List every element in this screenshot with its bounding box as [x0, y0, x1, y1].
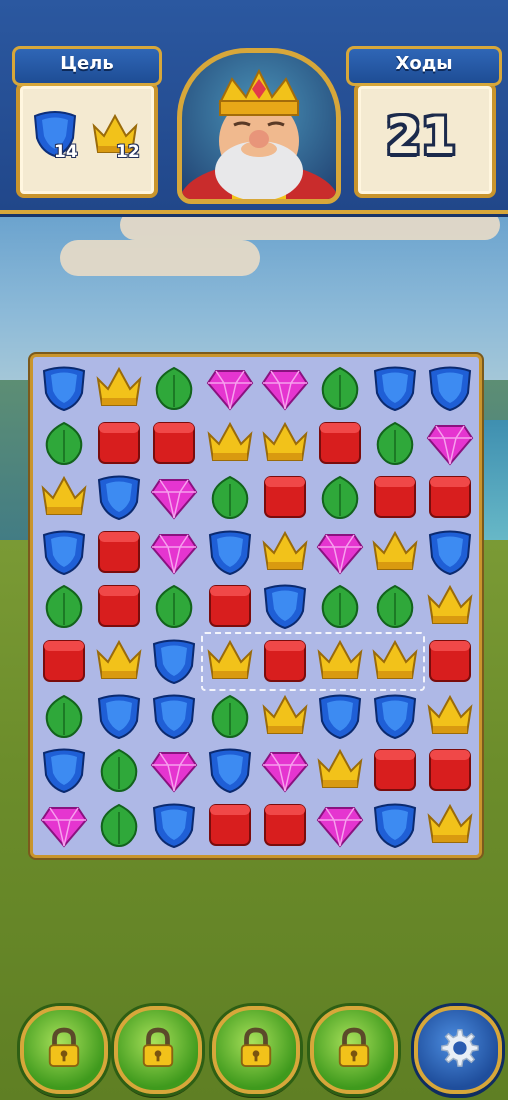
- shield-piece[interactable]: [147, 798, 201, 852]
- crown-piece[interactable]: [92, 361, 146, 415]
- crown-piece[interactable]: [423, 579, 477, 633]
- shield-piece[interactable]: [203, 525, 257, 579]
- gem-piece[interactable]: [258, 743, 312, 797]
- leaf-piece[interactable]: [92, 743, 146, 797]
- crown-piece[interactable]: [313, 743, 367, 797]
- box-piece[interactable]: [37, 634, 91, 688]
- box-piece[interactable]: [203, 579, 257, 633]
- gem-piece[interactable]: [203, 361, 257, 415]
- shield-piece[interactable]: [37, 743, 91, 797]
- gem-piece[interactable]: [147, 470, 201, 524]
- leaf-piece[interactable]: [147, 361, 201, 415]
- leaf-piece[interactable]: [313, 470, 367, 524]
- box-piece[interactable]: [258, 798, 312, 852]
- leaf-piece[interactable]: [37, 579, 91, 633]
- game-board: [30, 354, 482, 858]
- box-piece[interactable]: [203, 798, 257, 852]
- match-hint-outline: [200, 632, 426, 691]
- locked-booster-button[interactable]: [20, 1006, 108, 1094]
- box-piece[interactable]: [258, 470, 312, 524]
- gear-icon: [437, 1027, 479, 1073]
- lock-icon: [335, 1027, 373, 1073]
- locked-booster-button[interactable]: [310, 1006, 398, 1094]
- locked-booster-button[interactable]: [114, 1006, 202, 1094]
- gem-piece[interactable]: [258, 361, 312, 415]
- leaf-piece[interactable]: [368, 416, 422, 470]
- moves-counter: 21: [386, 107, 456, 165]
- crown-piece[interactable]: [37, 470, 91, 524]
- crown-piece[interactable]: [92, 634, 146, 688]
- box-piece[interactable]: [92, 579, 146, 633]
- leaf-piece[interactable]: [313, 579, 367, 633]
- leaf-piece[interactable]: [313, 361, 367, 415]
- shield-goal-count: 14: [54, 142, 78, 162]
- shield-piece[interactable]: [368, 689, 422, 743]
- locked-booster-button[interactable]: [212, 1006, 300, 1094]
- cloud: [120, 210, 500, 240]
- box-piece[interactable]: [423, 470, 477, 524]
- crown-piece[interactable]: [423, 689, 477, 743]
- crown-piece[interactable]: [203, 416, 257, 470]
- lock-icon: [139, 1027, 177, 1073]
- goal-label: Цель: [12, 46, 162, 86]
- cloud: [60, 240, 260, 276]
- moves-label: Ходы: [346, 46, 502, 86]
- box-piece[interactable]: [368, 743, 422, 797]
- gem-piece[interactable]: [37, 798, 91, 852]
- shield-piece[interactable]: [368, 798, 422, 852]
- shield-piece[interactable]: [37, 525, 91, 579]
- leaf-piece[interactable]: [203, 689, 257, 743]
- leaf-piece[interactable]: [37, 689, 91, 743]
- gem-piece[interactable]: [313, 525, 367, 579]
- shield-piece[interactable]: [147, 634, 201, 688]
- lock-icon: [237, 1027, 275, 1073]
- shield-piece[interactable]: [92, 470, 146, 524]
- king-portrait: [177, 48, 341, 204]
- box-piece[interactable]: [92, 525, 146, 579]
- crown-piece[interactable]: [258, 416, 312, 470]
- shield-piece[interactable]: [203, 743, 257, 797]
- lock-icon: [45, 1027, 83, 1073]
- shield-piece[interactable]: [258, 579, 312, 633]
- crown-piece[interactable]: [368, 525, 422, 579]
- box-piece[interactable]: [368, 470, 422, 524]
- shield-piece[interactable]: [37, 361, 91, 415]
- shield-piece[interactable]: [92, 689, 146, 743]
- box-piece[interactable]: [92, 416, 146, 470]
- leaf-piece[interactable]: [37, 416, 91, 470]
- leaf-piece[interactable]: [147, 579, 201, 633]
- box-piece[interactable]: [423, 743, 477, 797]
- gem-piece[interactable]: [423, 416, 477, 470]
- leaf-piece[interactable]: [92, 798, 146, 852]
- gem-piece[interactable]: [147, 743, 201, 797]
- shield-piece[interactable]: [368, 361, 422, 415]
- leaf-piece[interactable]: [368, 579, 422, 633]
- gem-piece[interactable]: [147, 525, 201, 579]
- box-piece[interactable]: [423, 634, 477, 688]
- settings-button[interactable]: [414, 1006, 502, 1094]
- top-hud: Цель 14 12 Ходы 21: [0, 0, 508, 214]
- shield-piece[interactable]: [423, 525, 477, 579]
- crown-piece[interactable]: [258, 525, 312, 579]
- leaf-piece[interactable]: [203, 470, 257, 524]
- gem-piece[interactable]: [313, 798, 367, 852]
- box-piece[interactable]: [147, 416, 201, 470]
- box-piece[interactable]: [313, 416, 367, 470]
- crown-piece[interactable]: [258, 689, 312, 743]
- crown-piece[interactable]: [423, 798, 477, 852]
- shield-piece[interactable]: [147, 689, 201, 743]
- crown-goal-count: 12: [116, 142, 140, 162]
- shield-piece[interactable]: [423, 361, 477, 415]
- shield-piece[interactable]: [313, 689, 367, 743]
